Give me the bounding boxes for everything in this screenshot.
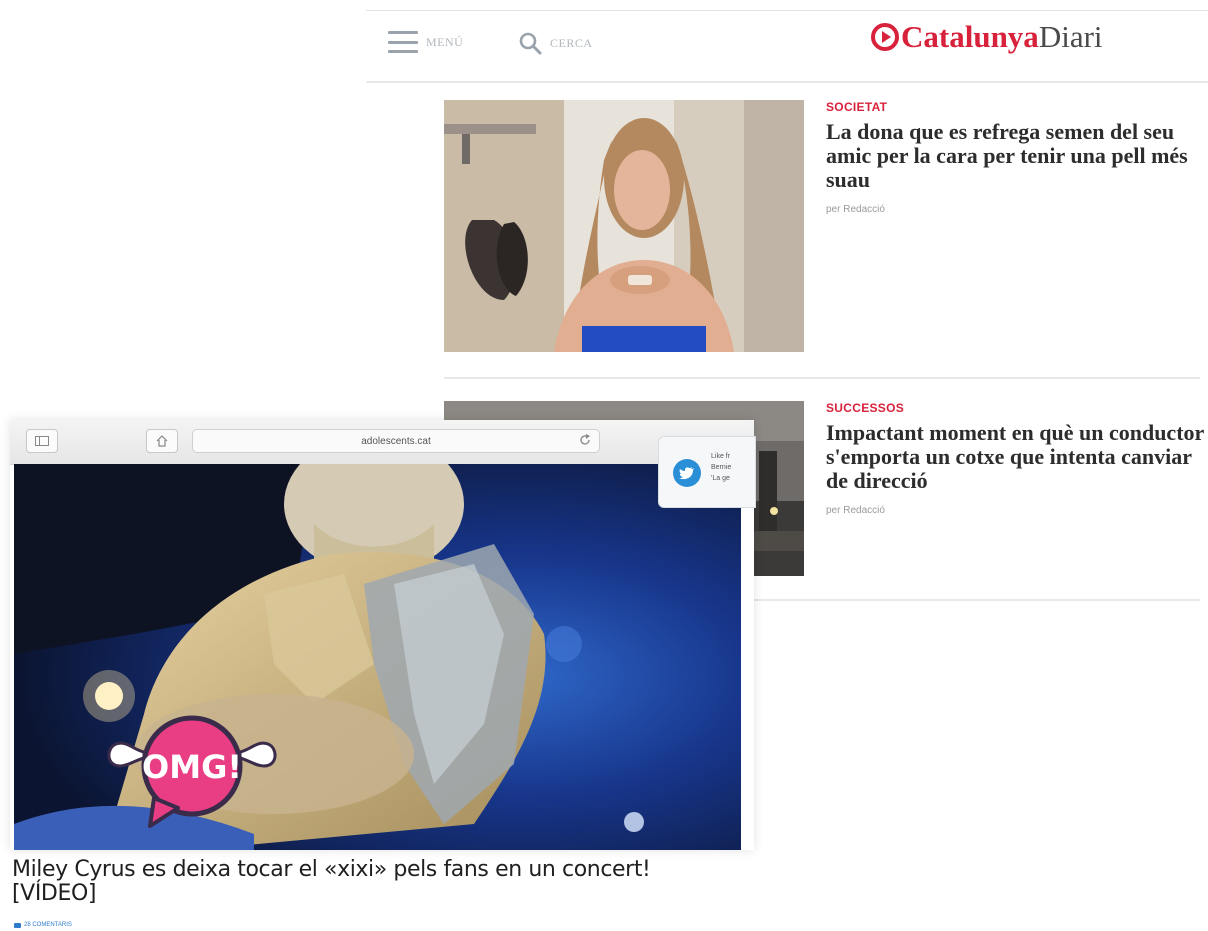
- browser-toolbar: adolescents.cat: [10, 420, 754, 465]
- category-label[interactable]: SOCIETAT: [826, 100, 1206, 114]
- article-thumbnail[interactable]: [444, 100, 804, 352]
- video-title[interactable]: Miley Cyrus es deixa tocar el «xixi» pel…: [12, 858, 732, 906]
- menu-label: MENÚ: [426, 34, 464, 49]
- notification-text: Like fr Bernie 'La ge: [711, 453, 732, 482]
- article-divider: [444, 377, 1200, 379]
- reload-icon[interactable]: [578, 433, 592, 447]
- twitter-bird-icon: [673, 459, 701, 487]
- site-header: MENÚ CERCA CatalunyaDiari: [366, 10, 1208, 83]
- omg-text: OMG!: [142, 748, 242, 786]
- article-byline: per Redacció: [826, 505, 885, 516]
- logo-primary: Catalunya: [901, 19, 1039, 54]
- category-label[interactable]: SUCCESSOS: [826, 401, 1206, 415]
- omg-badge[interactable]: OMG!: [106, 708, 278, 832]
- address-bar[interactable]: adolescents.cat: [192, 429, 600, 453]
- url-text: adolescents.cat: [361, 435, 431, 447]
- comments-count: 28 COMENTARIS: [24, 922, 72, 928]
- home-icon: [156, 435, 168, 447]
- play-circle-icon: [871, 23, 899, 51]
- notification-toast[interactable]: Like fr Bernie 'La ge: [658, 436, 756, 508]
- hamburger-icon: [388, 31, 418, 53]
- article-headline[interactable]: La dona que es refrega semen del seu ami…: [826, 120, 1206, 192]
- site-logo[interactable]: CatalunyaDiari: [871, 19, 1103, 55]
- article-headline[interactable]: Impactant moment en què un conductor s'e…: [826, 421, 1206, 493]
- search-label: CERCA: [550, 35, 593, 50]
- sidebar-toggle-button[interactable]: [26, 429, 58, 453]
- article-byline: per Redacció: [826, 204, 885, 215]
- search-icon: [519, 32, 542, 55]
- comments-link[interactable]: 28 COMENTARIS: [14, 922, 72, 928]
- menu-button[interactable]: MENÚ: [388, 31, 463, 53]
- search-button[interactable]: CERCA: [518, 31, 593, 55]
- logo-secondary: Diari: [1038, 19, 1103, 54]
- sidebar-icon: [35, 436, 49, 446]
- home-button[interactable]: [146, 429, 178, 453]
- comment-bubble-icon: [14, 922, 21, 928]
- article-divider: [740, 599, 1200, 601]
